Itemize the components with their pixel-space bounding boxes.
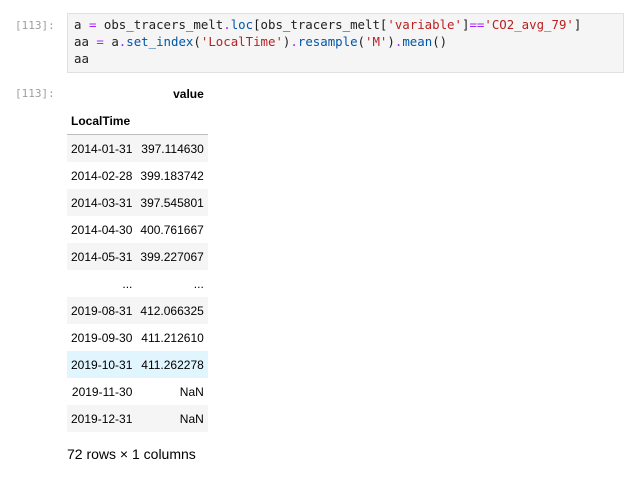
row-value: 412.066325 [140, 303, 204, 318]
code-line-2: aa = a.set_index('LocalTime').resample('… [74, 34, 448, 49]
row-index: ... [122, 276, 133, 291]
dataframe-shape-summary: 72 rows × 1 columns [67, 446, 196, 462]
row-index: 2019-12-31 [71, 411, 133, 426]
code-line-1: a = obs_tracers_melt.loc[obs_tracers_mel… [74, 17, 582, 32]
row-value: 411.262278 [141, 357, 204, 372]
table-row: 2014-03-31 397.545801 [67, 189, 208, 216]
row-value: 397.114630 [141, 141, 204, 156]
row-value: 399.183742 [140, 168, 204, 183]
blank-header-cell [67, 80, 136, 107]
code-cell-editor[interactable]: a = obs_tracers_melt.loc[obs_tracers_mel… [67, 13, 624, 73]
output-prompt: [113]: [15, 87, 55, 100]
table-row-highlighted: 2019-10-31 411.262278 [67, 351, 208, 378]
row-value: NaN [179, 384, 204, 399]
row-index: 2014-05-31 [71, 249, 133, 264]
column-header-value: value [173, 86, 204, 101]
table-row: 2019-08-31 412.066325 [67, 297, 208, 324]
input-prompt: [113]: [15, 19, 55, 32]
row-value: 411.212610 [141, 330, 204, 345]
row-value: NaN [179, 411, 204, 426]
dataframe-table: value LocalTime 2014-01-31 397.114630 201… [67, 80, 208, 432]
index-header-row: LocalTime [67, 107, 208, 135]
row-index: 2019-09-30 [71, 330, 133, 345]
row-index: 2014-02-28 [71, 168, 133, 183]
table-row: 2014-02-28 399.183742 [67, 162, 208, 189]
row-index: 2019-11-30 [71, 384, 133, 399]
table-row: 2019-09-30 411.212610 [67, 324, 208, 351]
row-value: 397.545801 [140, 195, 204, 210]
column-header-row: value [67, 80, 208, 107]
row-index: 2019-10-31 [71, 357, 133, 372]
table-row: 2019-11-30 NaN [67, 378, 208, 405]
row-value: 400.761667 [140, 222, 204, 237]
table-row: 2019-12-31 NaN [67, 405, 208, 432]
row-index: 2014-01-31 [71, 141, 133, 156]
table-row: 2014-05-31 399.227067 [67, 243, 208, 270]
row-value: ... [193, 276, 204, 291]
index-header-localtime: LocalTime [67, 107, 137, 135]
code-line-3: aa [74, 51, 89, 66]
row-value: 399.227067 [140, 249, 204, 264]
row-index: 2014-03-31 [71, 195, 133, 210]
table-row-ellipsis: ...... [67, 270, 208, 297]
row-index: 2019-08-31 [71, 303, 133, 318]
row-index: 2014-04-30 [71, 222, 133, 237]
table-row: 2014-01-31 397.114630 [67, 134, 208, 162]
blank-index-cell [136, 107, 208, 135]
table-row: 2014-04-30 400.761667 [67, 216, 208, 243]
